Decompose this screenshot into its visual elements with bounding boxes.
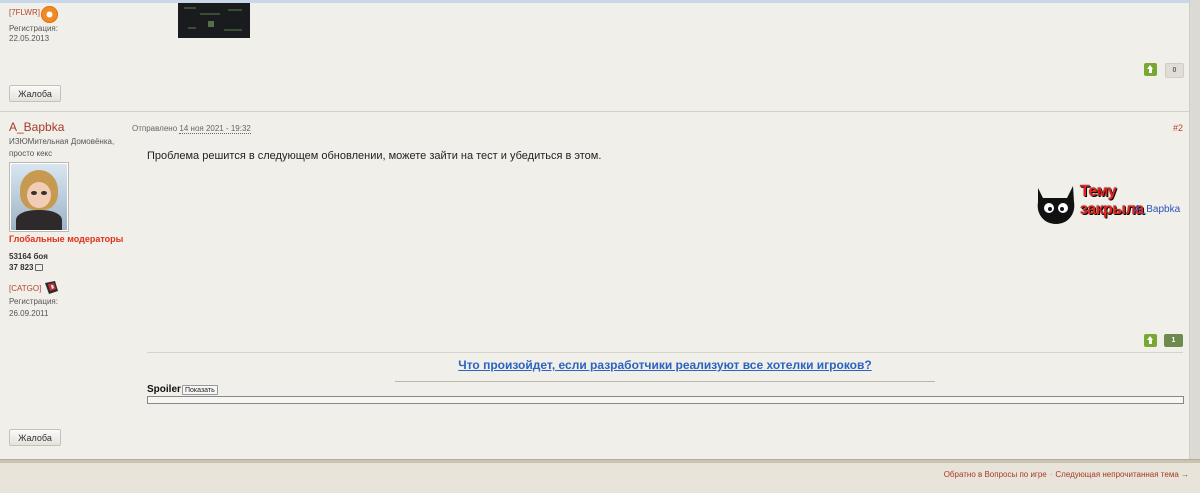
- registration-label: Регистрация:: [9, 297, 58, 306]
- clan-emblem-icon: [45, 281, 58, 294]
- signature-image: [178, 3, 250, 38]
- black-cat-icon: [1037, 186, 1075, 224]
- vote-up-icon[interactable]: [1144, 63, 1157, 76]
- fights-count: 53164 боя: [9, 252, 48, 261]
- spoiler-label: Spoiler: [147, 384, 181, 395]
- messages-value: 37 823: [9, 263, 34, 272]
- rating-badge: 1: [1164, 334, 1183, 347]
- user-group: Глобальные модераторы: [9, 234, 124, 244]
- post-2: A_Bapbka ИЗЮМительная Домовёнка, просто …: [0, 112, 1190, 459]
- signature-link[interactable]: Что произойдет, если разработчики реализ…: [395, 358, 935, 372]
- clan-emblem-icon: [41, 6, 58, 23]
- posted-prefix: Отправлено: [132, 124, 178, 133]
- post-number-link[interactable]: #2: [1173, 123, 1183, 133]
- post-body: Проблема решится в следующем обновлении,…: [147, 150, 602, 162]
- post-date: Отправлено 14 ноя 2021 - 19:32: [132, 124, 251, 134]
- avatar[interactable]: [9, 162, 69, 232]
- complain-button[interactable]: Жалоба: [9, 429, 61, 446]
- vote-up-icon[interactable]: [1144, 334, 1157, 347]
- complain-button[interactable]: Жалоба: [9, 85, 61, 102]
- registration-date: 26.09.2011: [9, 309, 49, 318]
- topic-navigation: Обратно в Вопросы по игре · Следующая непр…: [943, 470, 1189, 479]
- messages-count: 37 823: [9, 263, 44, 272]
- scroll-gutter: [1189, 0, 1200, 460]
- clan-tag-link[interactable]: [CATGO]: [9, 284, 41, 293]
- author-name[interactable]: A_Bapbka: [9, 120, 64, 134]
- fights-value: 53164 боя: [9, 252, 48, 261]
- stamp-author: A_Bapbka: [1134, 204, 1181, 215]
- registration-label: Регистрация:: [9, 24, 58, 33]
- spoiler-box: [147, 396, 1184, 404]
- signature-divider: [147, 352, 1183, 353]
- message-icon: [35, 264, 44, 272]
- author-status: ИЗЮМительная Домовёнка, просто кекс: [9, 137, 115, 158]
- registration-date: 22.05.2013: [9, 34, 50, 43]
- footer: Обратно в Вопросы по игре · Следующая непр…: [0, 463, 1200, 493]
- clan-tag-link[interactable]: [7FLWR]: [9, 8, 40, 17]
- spoiler-show-button[interactable]: Показать: [182, 385, 218, 395]
- back-to-forum-link[interactable]: Обратно в Вопросы по игре: [944, 470, 1047, 479]
- signature-divider: [395, 381, 935, 382]
- posted-date[interactable]: 14 ноя 2021 - 19:32: [179, 124, 251, 134]
- rating-badge: 0: [1165, 63, 1184, 78]
- next-unread-topic-link[interactable]: Следующая непрочитанная тема →: [1055, 470, 1189, 479]
- topic-closed-stamp: Тему закрыла A_Bapbka: [1034, 180, 1181, 228]
- post-1: [7FLWR] Регистрация: 22.05.2013 0 Жалоба: [0, 3, 1190, 112]
